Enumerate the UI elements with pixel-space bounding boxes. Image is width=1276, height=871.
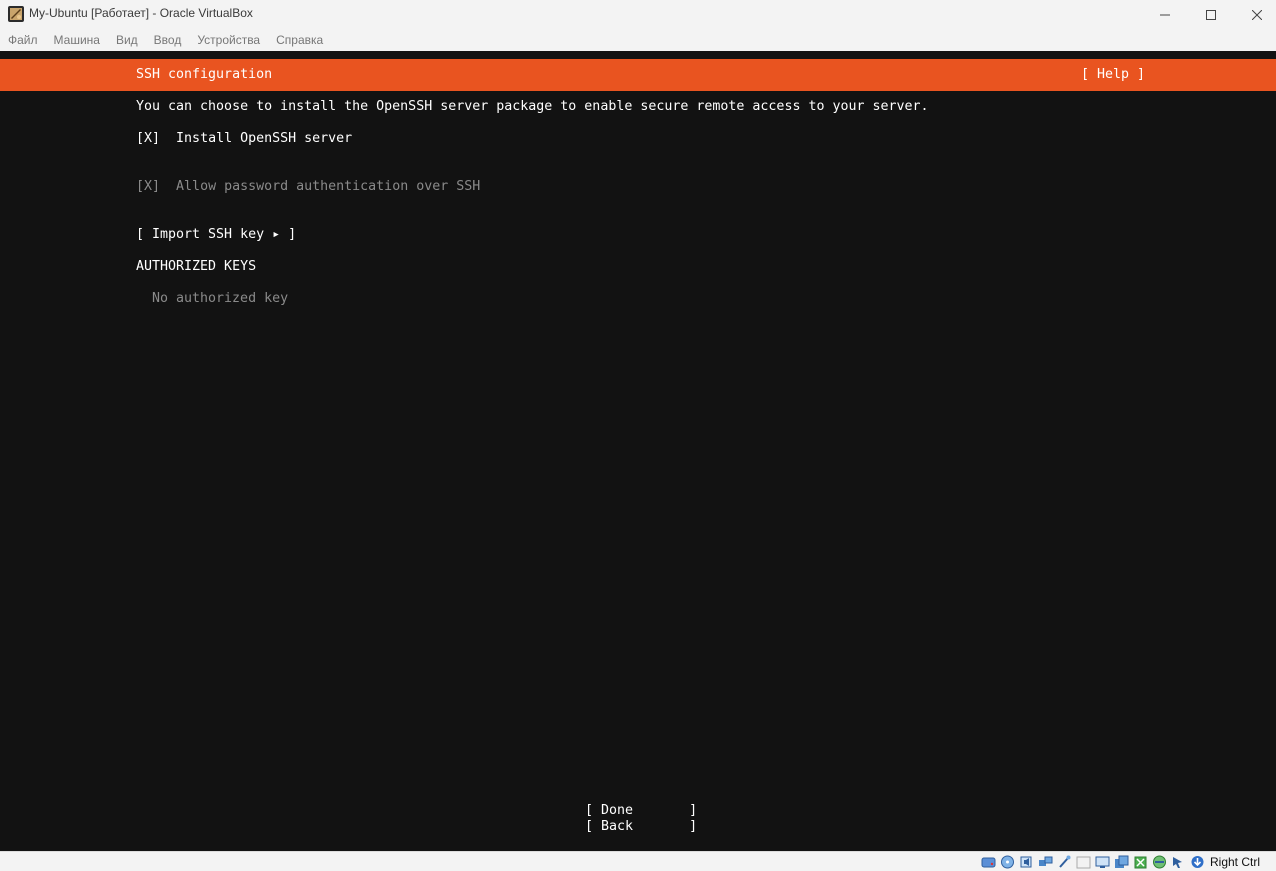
- menu-file[interactable]: Файл: [8, 33, 38, 47]
- virtualbox-app-icon: [8, 6, 24, 22]
- maximize-icon: [1206, 9, 1216, 20]
- hard-disk-icon[interactable]: [980, 854, 997, 870]
- cpu-virtualization-icon[interactable]: [1132, 854, 1149, 870]
- done-button[interactable]: [ Done ]: [585, 803, 697, 818]
- guest-additions-icon[interactable]: [1151, 854, 1168, 870]
- status-indicators: [980, 854, 1206, 870]
- menu-help[interactable]: Справка: [276, 33, 323, 47]
- vm-display-top-edge: [0, 51, 1276, 59]
- display-icon[interactable]: [1094, 854, 1111, 870]
- shared-folders-icon[interactable]: [1075, 854, 1092, 870]
- vm-display[interactable]: SSH configuration [ Help ] You can choos…: [0, 51, 1276, 851]
- close-icon: [1252, 9, 1262, 20]
- installer-screen-title: SSH configuration: [136, 67, 273, 82]
- menu-bar: Файл Машина Вид Ввод Устройства Справка: [0, 29, 1276, 51]
- no-authorized-key-text: No authorized key: [152, 291, 289, 306]
- status-bar: Right Ctrl: [0, 851, 1276, 871]
- keyboard-capture-icon[interactable]: [1189, 854, 1206, 870]
- menu-view[interactable]: Вид: [116, 33, 138, 47]
- menu-machine[interactable]: Машина: [54, 33, 100, 47]
- authorized-keys-heading: AUTHORIZED KEYS: [136, 259, 257, 274]
- allow-password-label: Allow password authentication over SSH: [176, 179, 481, 194]
- recording-icon[interactable]: [1113, 854, 1130, 870]
- installer-description: You can choose to install the OpenSSH se…: [136, 99, 929, 114]
- import-ssh-key-button[interactable]: [ Import SSH key ▸ ]: [136, 227, 296, 242]
- network-icon[interactable]: [1037, 854, 1054, 870]
- window-title-bar: My-Ubuntu [Работает] - Oracle VirtualBox: [0, 0, 1276, 29]
- menu-devices[interactable]: Устройства: [197, 33, 260, 47]
- audio-icon[interactable]: [1018, 854, 1035, 870]
- install-openssh-check-mark: [X]: [136, 131, 161, 146]
- allow-password-auth-checkbox: [X] Allow password authentication over S…: [136, 179, 480, 194]
- window-title: My-Ubuntu [Работает] - Oracle VirtualBox: [29, 6, 253, 20]
- optical-drive-icon[interactable]: [999, 854, 1016, 870]
- close-button[interactable]: [1234, 0, 1276, 29]
- usb-icon[interactable]: [1056, 854, 1073, 870]
- install-openssh-checkbox[interactable]: [X] Install OpenSSH server: [136, 131, 352, 146]
- minimize-button[interactable]: [1142, 0, 1188, 29]
- minimize-icon: [1160, 14, 1170, 15]
- menu-input[interactable]: Ввод: [154, 33, 182, 47]
- help-button[interactable]: [ Help ]: [1081, 67, 1145, 82]
- install-openssh-label: Install OpenSSH server: [176, 131, 353, 146]
- maximize-button[interactable]: [1188, 0, 1234, 29]
- mouse-integration-icon[interactable]: [1170, 854, 1187, 870]
- back-button[interactable]: [ Back ]: [585, 819, 697, 834]
- allow-password-check-mark: [X]: [136, 179, 161, 194]
- host-key-label: Right Ctrl: [1209, 855, 1260, 869]
